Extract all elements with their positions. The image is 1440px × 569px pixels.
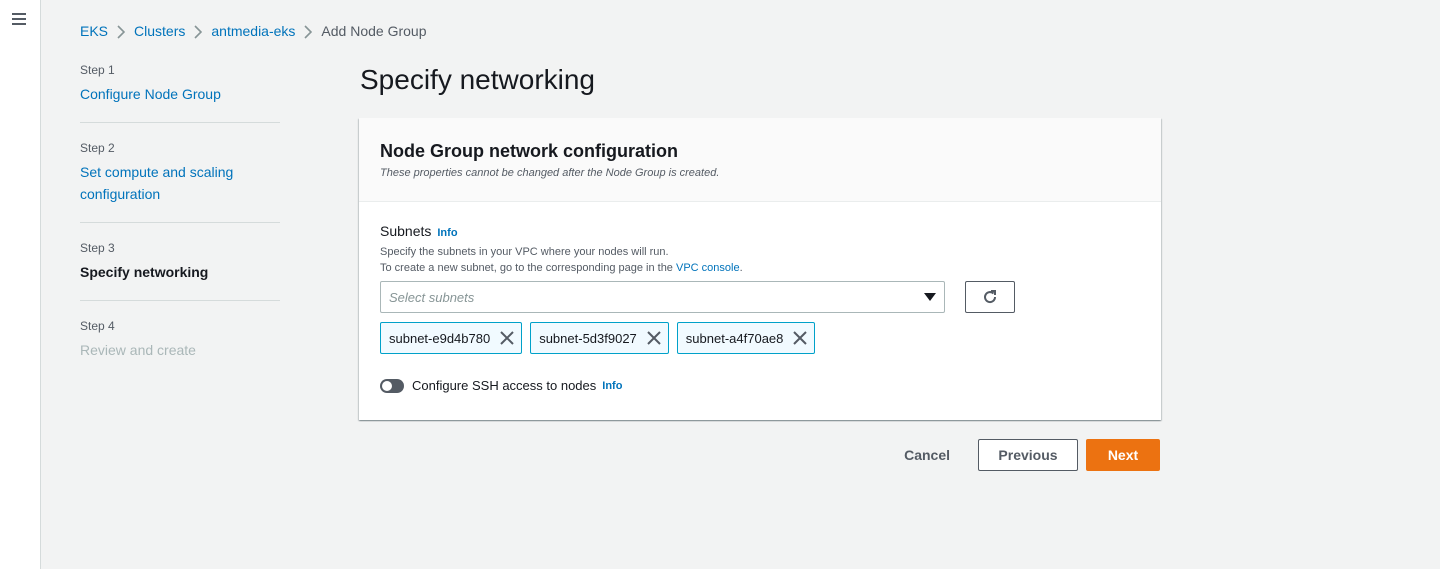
subnets-desc-suffix: . [739,262,743,274]
chevron-right-icon [185,23,211,39]
vpc-console-link[interactable]: VPC console [676,262,740,274]
ssh-info-link[interactable]: Info [602,380,622,392]
subnet-token: subnet-a4f70ae8 [676,322,816,354]
cancel-button[interactable]: Cancel [904,447,950,463]
side-nav-rail [0,0,41,569]
subnets-select[interactable]: Select subnets [380,281,945,313]
wizard-step-2: Step 2 Set compute and scaling configura… [80,140,280,223]
ssh-access-toggle[interactable] [380,378,404,393]
page-title: Specify networking [360,64,596,95]
step-number: Step 3 [80,241,115,255]
step-current-specify-networking: Specify networking [80,264,209,280]
breadcrumb: EKS Clusters antmedia-eks Add Node Group [80,23,427,39]
panel-body: Subnets Info Specify the subnets in your … [359,202,1161,393]
ssh-access-label: Configure SSH access to nodes [412,378,597,393]
step-link-configure-node-group[interactable]: Configure Node Group [80,83,280,105]
network-config-panel: Node Group network configuration These p… [359,118,1161,420]
next-button[interactable]: Next [1086,439,1160,471]
refresh-icon [984,290,997,304]
menu-icon[interactable] [12,13,26,25]
close-icon[interactable] [793,331,808,345]
chevron-right-icon [295,23,321,39]
subnets-label-row: Subnets Info [380,222,1141,242]
wizard-actions: Cancel Previous Next [887,439,1160,471]
previous-button[interactable]: Previous [978,439,1078,471]
subnet-token-label: subnet-5d3f9027 [539,330,637,346]
subnets-info-link[interactable]: Info [437,227,457,239]
panel-description: These properties cannot be changed after… [380,167,720,179]
caret-down-icon [924,293,936,301]
subnet-token-label: subnet-e9d4b780 [389,330,491,346]
selected-subnets: subnet-e9d4b780 subnet-5d3f9027 subnet-a… [380,322,1141,354]
subnet-token: subnet-e9d4b780 [380,322,523,354]
step-number: Step 1 [80,63,115,77]
panel-title: Node Group network configuration [380,141,678,161]
breadcrumb-current: Add Node Group [321,23,427,40]
step-number: Step 2 [80,141,115,155]
wizard-step-4: Step 4 Review and create [80,318,280,378]
subnets-description-2: To create a new subnet, go to the corres… [380,260,1141,276]
breadcrumb-cluster-name[interactable]: antmedia-eks [211,23,295,39]
panel-header: Node Group network configuration These p… [359,118,1161,202]
step-review-and-create: Review and create [80,342,196,358]
wizard-step-1: Step 1 Configure Node Group [80,62,280,123]
wizard-step-3: Step 3 Specify networking [80,240,280,301]
step-link-compute-scaling[interactable]: Set compute and scaling configuration [80,161,260,205]
close-icon[interactable] [500,331,514,345]
close-icon[interactable] [647,331,661,345]
subnet-select-row: Select subnets [380,281,1141,313]
wizard-steps: Step 1 Configure Node Group Step 2 Set c… [80,62,280,395]
ssh-toggle-row: Configure SSH access to nodes Info [380,378,1141,393]
subnet-token: subnet-5d3f9027 [530,322,669,354]
subnets-select-placeholder: Select subnets [389,289,475,305]
step-number: Step 4 [80,319,115,333]
breadcrumb-clusters[interactable]: Clusters [134,23,185,39]
subnets-desc-prefix: To create a new subnet, go to the corres… [380,262,676,274]
subnets-description-1: Specify the subnets in your VPC where yo… [380,246,669,258]
chevron-right-icon [108,23,134,39]
breadcrumb-eks[interactable]: EKS [80,23,108,39]
subnets-label: Subnets [380,223,432,239]
subnet-token-label: subnet-a4f70ae8 [685,330,784,346]
refresh-subnets-button[interactable] [965,281,1015,313]
